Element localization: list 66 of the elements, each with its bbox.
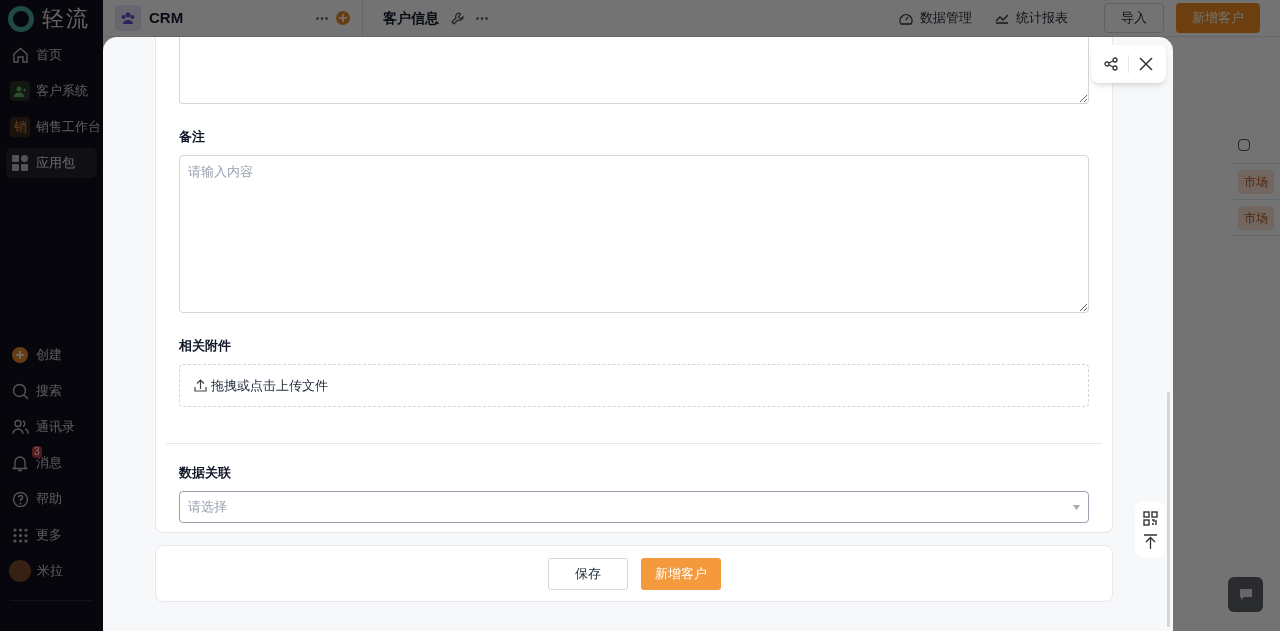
checkbox-icon bbox=[1238, 139, 1250, 151]
sidebar-label: 更多 bbox=[36, 526, 62, 545]
sidebar-label: 客户系统 bbox=[36, 82, 88, 101]
upload-text: 拖拽或点击上传文件 bbox=[211, 376, 328, 395]
sidebar-item[interactable]: 帮助 bbox=[6, 484, 97, 514]
field-label: 数据关联 bbox=[179, 464, 232, 482]
select-field[interactable]: 请选择 bbox=[179, 491, 1089, 523]
contacts-icon bbox=[10, 417, 30, 437]
app-title: CRM bbox=[149, 7, 184, 28]
sidebar-label: 搜索 bbox=[36, 382, 62, 401]
sidebar-item[interactable]: 搜索 bbox=[6, 376, 97, 406]
sidebar-label: 首页 bbox=[36, 46, 62, 65]
people-icon bbox=[10, 81, 30, 101]
add-customer-button[interactable]: 新增客户 bbox=[1176, 3, 1260, 33]
header-link[interactable]: 数据管理 bbox=[896, 8, 972, 28]
more-icon[interactable] bbox=[476, 16, 488, 20]
back-to-top-icon[interactable] bbox=[1143, 534, 1158, 549]
search-icon bbox=[10, 381, 30, 401]
wrench-icon[interactable] bbox=[451, 11, 464, 25]
import-button[interactable]: 导入 bbox=[1104, 3, 1164, 33]
plus-icon bbox=[10, 345, 30, 365]
field-label: 备注 bbox=[179, 128, 206, 146]
user-name: 米拉 bbox=[37, 562, 63, 581]
user-item[interactable]: 米拉 bbox=[6, 556, 97, 586]
sidebar-item[interactable]: 通讯录 bbox=[6, 412, 97, 442]
count-badge: 3 bbox=[32, 446, 42, 458]
sidebar-label: 创建 bbox=[36, 346, 62, 365]
chat-button[interactable] bbox=[1228, 577, 1263, 612]
header-link[interactable]: 统计报表 bbox=[992, 8, 1068, 28]
sidebar-label: 消息 bbox=[36, 455, 62, 473]
sidebar-label: 销售工作台 bbox=[36, 118, 101, 137]
sidebar-item[interactable]: 创建 bbox=[6, 340, 97, 370]
field-label: 相关附件 bbox=[179, 337, 232, 355]
sidebar-item[interactable]: 首页 bbox=[6, 40, 97, 70]
qr-code-icon[interactable] bbox=[1143, 511, 1158, 526]
bell-icon bbox=[10, 453, 30, 473]
grid-icon bbox=[10, 153, 30, 173]
upload-icon bbox=[194, 379, 207, 392]
page-title: 客户信息 bbox=[383, 8, 439, 28]
avatar bbox=[9, 560, 31, 582]
logo-icon bbox=[8, 5, 34, 32]
caret-icon bbox=[1073, 504, 1080, 510]
save-button[interactable]: 保存 bbox=[547, 557, 628, 590]
sidebar-label: 通讯录 bbox=[36, 418, 75, 437]
text-area[interactable]: 请输入内容 bbox=[179, 155, 1089, 313]
more-icon[interactable] bbox=[316, 16, 328, 20]
dots-grid-icon bbox=[10, 525, 30, 545]
sidebar-item[interactable]: 客户系统 bbox=[6, 76, 97, 106]
share-icon[interactable] bbox=[1104, 57, 1118, 71]
app-icon bbox=[115, 5, 141, 31]
add-customer-button[interactable]: 新增客户 bbox=[640, 557, 721, 590]
sidebar-item[interactable]: 应用包 bbox=[6, 148, 97, 178]
tag: 市场 bbox=[1238, 169, 1274, 194]
sidebar-item[interactable]: 更多 bbox=[6, 520, 97, 550]
tag: 市场 bbox=[1238, 205, 1274, 230]
message-icon bbox=[1239, 589, 1252, 600]
sidebar-label: 帮助 bbox=[36, 490, 62, 509]
sidebar-item[interactable]: 3 消息 bbox=[6, 448, 97, 478]
add-icon[interactable] bbox=[336, 11, 350, 25]
logo-text: 轻流 bbox=[42, 5, 90, 33]
upload-area[interactable]: 拖拽或点击上传文件 bbox=[179, 364, 1089, 407]
help-icon bbox=[10, 489, 30, 509]
letter-badge: 销 bbox=[10, 117, 30, 137]
sidebar-label: 应用包 bbox=[36, 154, 75, 173]
home-icon bbox=[10, 45, 30, 65]
close-icon[interactable] bbox=[1139, 57, 1153, 71]
